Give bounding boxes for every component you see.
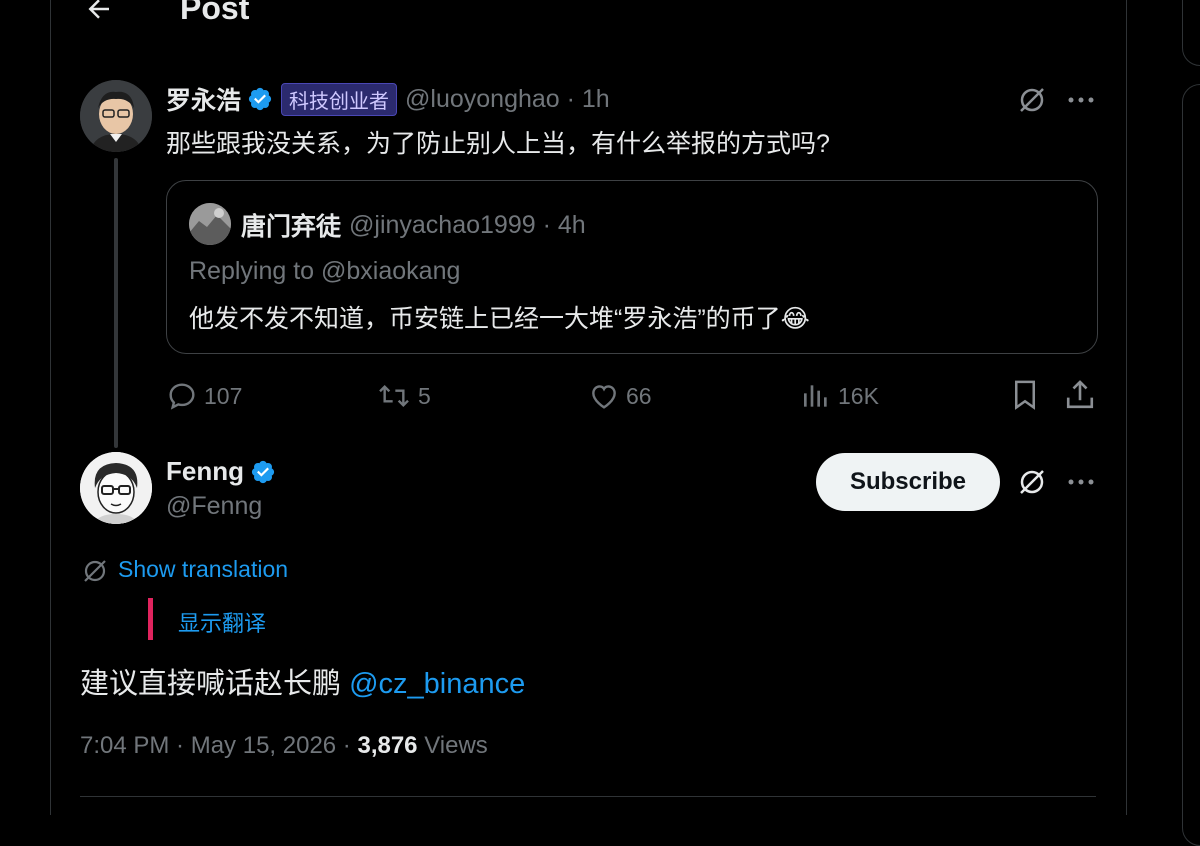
author-handle[interactable]: @Fenng xyxy=(166,492,262,521)
mention-link[interactable]: @cz_binance xyxy=(349,668,525,700)
tweet-time: 1h xyxy=(581,84,610,113)
show-translation-link[interactable]: Show translation xyxy=(118,556,288,583)
translation-text[interactable]: 显示翻译 xyxy=(178,606,266,638)
quote-header: 唐门弃徒 @jinyachao1999 · 4h xyxy=(241,207,586,243)
back-arrow-icon[interactable] xyxy=(84,0,114,24)
replying-to: Replying to @bxiaokang xyxy=(189,257,461,285)
avatar-cartoon xyxy=(80,452,152,524)
views-count: 16K xyxy=(838,382,879,409)
page-title: Post xyxy=(180,0,250,26)
bookmark-icon[interactable] xyxy=(1010,378,1040,412)
quote-time: 4h xyxy=(557,210,586,239)
translate-icon xyxy=(84,560,106,582)
author-handle[interactable]: @luoyonghao · 1h xyxy=(405,85,610,114)
reply-count: 107 xyxy=(204,382,243,409)
analytics-icon xyxy=(804,385,827,407)
main-author-row: Fenng xyxy=(166,456,276,487)
more-options-icon[interactable] xyxy=(1066,88,1096,112)
tweet-timestamp[interactable]: 7:04 PM · May 15, 2026 · xyxy=(80,732,357,759)
like-button[interactable]: 66 xyxy=(588,376,652,416)
main-tweet-text: 建议直接喊话赵长鹏 @cz_binance xyxy=(80,660,525,702)
views-button[interactable]: 16K xyxy=(800,376,879,416)
thread-line xyxy=(114,158,118,448)
avatar[interactable] xyxy=(80,452,152,524)
grok-icon[interactable] xyxy=(1016,84,1048,116)
repost-count: 5 xyxy=(418,382,431,409)
quote-avatar[interactable] xyxy=(189,203,231,245)
main-tweet-body: 建议直接喊话赵长鹏 xyxy=(80,668,342,700)
handle-text: @luoyonghao xyxy=(405,84,560,113)
heart-icon xyxy=(592,385,616,409)
verified-badge-icon[interactable] xyxy=(247,86,273,112)
verified-badge-icon[interactable] xyxy=(250,459,276,485)
views-label: Views xyxy=(417,732,488,759)
quote-handle-text: @jinyachao1999 xyxy=(349,210,536,239)
repost-button[interactable]: 5 xyxy=(376,376,431,416)
quoted-tweet[interactable]: 唐门弃徒 @jinyachao1999 · 4h Replying to @bx… xyxy=(166,180,1098,354)
sidebar-card xyxy=(1182,84,1200,846)
parent-tweet-header: 罗永浩 科技创业者 @luoyonghao · 1h xyxy=(166,82,610,116)
quote-author-handle: @jinyachao1999 · 4h xyxy=(349,210,586,239)
grok-icon[interactable] xyxy=(1016,466,1048,498)
quote-avatar-photo xyxy=(189,203,231,245)
more-options-icon[interactable] xyxy=(1066,470,1096,494)
translation-bar xyxy=(148,598,153,640)
reply-icon xyxy=(169,383,195,410)
avatar[interactable] xyxy=(80,80,152,152)
sidebar-search-card xyxy=(1182,0,1200,66)
column-border-right xyxy=(1126,0,1127,815)
tweet-meta: 7:04 PM · May 15, 2026 · 3,876 Views xyxy=(80,732,488,760)
views-number: 3,876 xyxy=(357,732,418,759)
column-border-left xyxy=(50,0,51,815)
author-name[interactable]: Fenng xyxy=(166,456,244,487)
avatar-photo xyxy=(80,80,152,152)
author-name[interactable]: 罗永浩 xyxy=(166,81,241,117)
subscribe-button[interactable]: Subscribe xyxy=(816,453,1000,511)
parent-tweet-text: 那些跟我没关系，为了防止别人上当，有什么举报的方式吗? xyxy=(166,130,830,158)
quote-author-name: 唐门弃徒 xyxy=(241,213,342,241)
repost-icon xyxy=(379,384,409,408)
quote-text: 他发不发不知道，币安链上已经一大堆“罗永浩”的币了😂 xyxy=(189,305,810,333)
share-icon[interactable] xyxy=(1064,378,1096,412)
like-count: 66 xyxy=(626,382,652,409)
divider xyxy=(80,796,1096,797)
affiliation-badge[interactable]: 科技创业者 xyxy=(281,82,398,116)
reply-button[interactable]: 107 xyxy=(166,376,242,416)
